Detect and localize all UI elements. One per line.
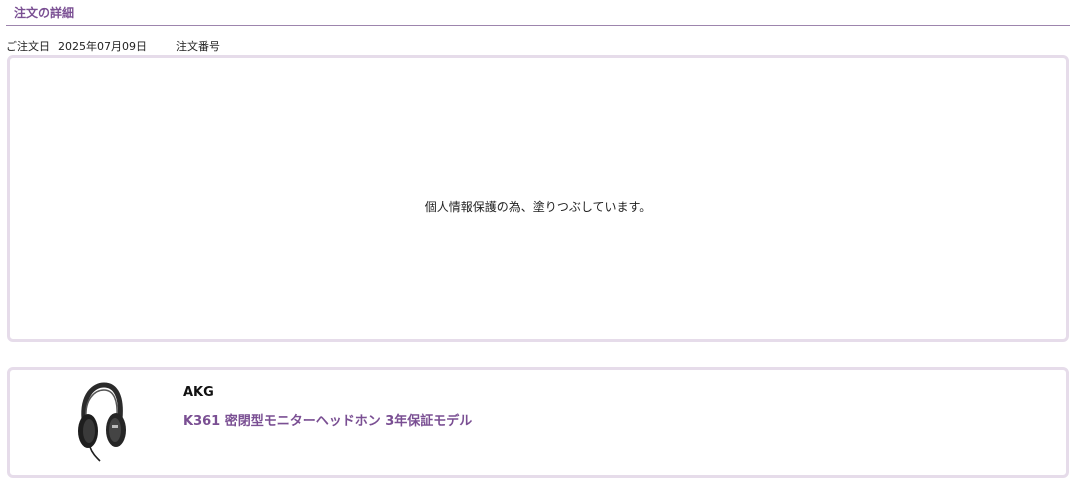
title-divider — [6, 25, 1070, 26]
headphones-icon[interactable] — [72, 381, 130, 463]
privacy-mask-notice: 個人情報保護の為、塗りつぶしています。 — [424, 200, 652, 214]
order-date-label: ご注文日 — [6, 40, 50, 53]
order-number-label: 注文番号 — [176, 40, 220, 53]
product-name-link[interactable]: K361 密閉型モニターヘッドホン 3年保証モデル — [183, 410, 472, 429]
section-title: 注文の詳細 — [14, 6, 75, 20]
masked-info-card: 個人情報保護の為、塗りつぶしています。 — [7, 55, 1069, 342]
order-details-page: 注文の詳細 ご注文日 2025年07月09日 注文番号 個人情報保護の為、塗りつ… — [0, 0, 1080, 485]
product-card: AKG K361 密閉型モニターヘッドホン 3年保証モデル — [7, 367, 1069, 478]
product-brand: AKG — [183, 385, 214, 400]
order-meta-row: ご注文日 2025年07月09日 注文番号 — [6, 38, 220, 54]
order-date-value: 2025年07月09日 — [58, 40, 147, 53]
